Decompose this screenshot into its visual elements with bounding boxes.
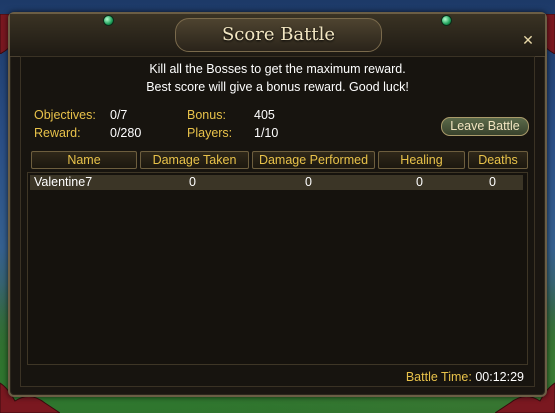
description-line-1: Kill all the Bosses to get the maximum r… [149, 62, 406, 76]
table-row[interactable]: Valentine7 0 0 0 0 [30, 175, 523, 190]
player-name-cell: Valentine7 [34, 175, 93, 189]
players-stat: Players: 1/10 [187, 126, 278, 140]
players-value: 1/10 [254, 126, 279, 140]
reward-value: 0/280 [110, 126, 142, 140]
close-icon[interactable]: ✕ [521, 34, 535, 48]
battle-time: Battle Time: 00:12:29 [406, 370, 524, 384]
reward-stat: Reward: 0/280 [34, 126, 141, 140]
deaths-cell: 0 [489, 175, 496, 189]
title-bar[interactable]: Score Battle ✕ [10, 14, 545, 57]
objectives-value: 0/7 [110, 108, 128, 122]
battle-time-label: Battle Time: [405, 370, 472, 384]
objectives-label: Objectives: [34, 108, 96, 122]
column-header-damage-taken[interactable]: Damage Taken [140, 151, 249, 169]
bonus-value: 405 [254, 108, 275, 122]
players-label: Players: [187, 126, 233, 140]
healing-cell: 0 [416, 175, 423, 189]
score-battle-window: Score Battle ✕ Kill all the Bosses to ge… [8, 12, 547, 397]
score-table: Valentine7 0 0 0 0 [27, 172, 528, 365]
column-header-deaths[interactable]: Deaths [468, 151, 528, 169]
bonus-stat: Bonus: 405 [187, 108, 275, 122]
damage-taken-cell: 0 [189, 175, 196, 189]
window-title: Score Battle [175, 18, 382, 52]
objectives-stat: Objectives: 0/7 [34, 108, 127, 122]
battle-time-value: 00:12:29 [475, 370, 524, 384]
column-header-healing[interactable]: Healing [378, 151, 465, 169]
description-line-2: Best score will give a bonus reward. Goo… [146, 80, 409, 94]
gem-ornament-icon [441, 15, 452, 26]
column-header-name[interactable]: Name [31, 151, 137, 169]
window-content: Kill all the Bosses to get the maximum r… [20, 56, 535, 387]
bonus-label: Bonus: [187, 108, 226, 122]
gem-ornament-icon [103, 15, 114, 26]
leave-battle-button[interactable]: Leave Battle [441, 117, 529, 136]
reward-label: Reward: [34, 126, 81, 140]
battle-description: Kill all the Bosses to get the maximum r… [21, 60, 534, 96]
damage-performed-cell: 0 [305, 175, 312, 189]
column-header-damage-performed[interactable]: Damage Performed [252, 151, 375, 169]
